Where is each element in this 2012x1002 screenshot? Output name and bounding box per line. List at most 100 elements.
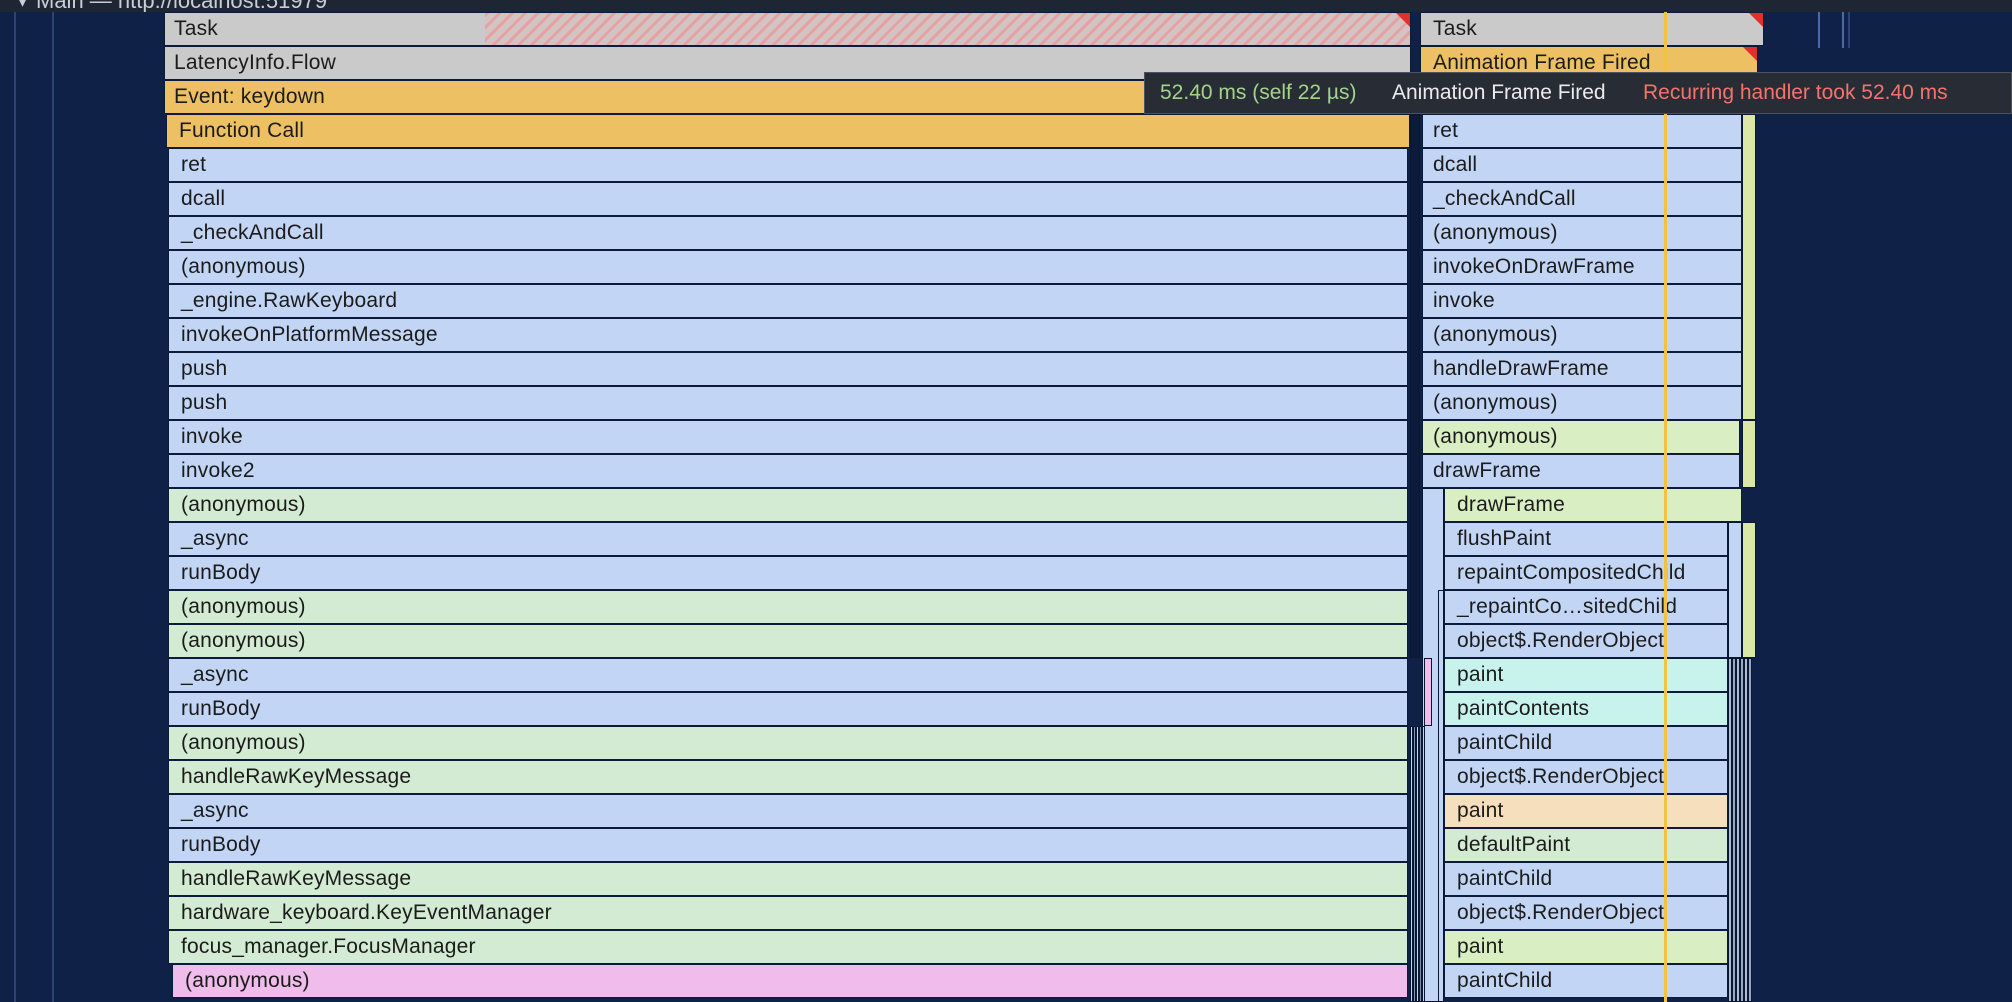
flame-chart[interactable]: ▾ Main — http://localhost:51979 Task Late… (0, 0, 2012, 1002)
frame-label: (anonymous) (1433, 425, 1558, 448)
left-stack-frame[interactable]: push (168, 386, 1408, 420)
right-stack-frame[interactable]: object$.RenderObject (1444, 624, 1728, 658)
left-stack-frame[interactable]: Task (164, 12, 1411, 46)
left-stack-frame[interactable]: (anonymous) (168, 488, 1408, 522)
left-stack-frame[interactable]: _checkAndCall (168, 216, 1408, 250)
right-stack-frame[interactable]: invokeOnDrawFrame (1422, 250, 1742, 284)
left-stack-frame[interactable]: runBody (168, 828, 1408, 862)
left-stack-frame[interactable]: dcall (168, 182, 1408, 216)
frame-label: paintContents (1457, 697, 1590, 720)
event-tooltip: 52.40 ms (self 22 µs) Animation Frame Fi… (1144, 72, 2012, 114)
right-stack-frame[interactable]: object$.RenderObject (1444, 760, 1728, 794)
frame-label: dcall (181, 187, 226, 210)
frame-label: push (181, 357, 228, 380)
right-stack-frame[interactable]: repaintCompositedChild (1444, 556, 1728, 590)
frame-label: invoke (181, 425, 243, 448)
left-stack-frame[interactable]: _engine.RawKeyboard (168, 284, 1408, 318)
right-stack-frame[interactable]: paintContents (1444, 692, 1728, 726)
long-task-marker-icon (1396, 13, 1410, 27)
right-stack-frame[interactable]: (anonymous) (1422, 216, 1742, 250)
frame-label: runBody (181, 697, 261, 720)
right-stack-frame[interactable]: (anonymous) (1422, 386, 1742, 420)
right-stack-frame[interactable]: paint (1444, 794, 1728, 828)
right-stack-frame[interactable]: dcall (1422, 148, 1742, 182)
right-stack-frame[interactable]: drawFrame (1444, 488, 1742, 522)
right-stack-frame[interactable]: paintChild (1444, 862, 1728, 896)
left-stack-frame[interactable]: Function Call (166, 114, 1410, 148)
frame-label: (anonymous) (181, 255, 306, 278)
tiny-frame[interactable] (1728, 522, 1742, 658)
frame-label: handleRawKeyMessage (181, 867, 412, 890)
left-stack-frame[interactable]: invoke2 (168, 454, 1408, 488)
frame-label: paintChild (1457, 731, 1553, 754)
gridline (1848, 12, 1850, 48)
left-stack-frame[interactable]: invoke (168, 420, 1408, 454)
frame-label: _checkAndCall (181, 221, 324, 244)
right-stack-frame[interactable]: paintChild (1444, 726, 1728, 760)
long-task-hatch (485, 13, 1410, 45)
right-stack-frame[interactable]: paintChild (1444, 964, 1728, 998)
right-stack-frame[interactable]: invoke (1422, 284, 1742, 318)
right-stack-frame[interactable]: _repaintCo…sitedChild (1444, 590, 1728, 624)
tiny-frame[interactable] (1410, 114, 1420, 658)
left-stack-frame[interactable]: _async (168, 522, 1408, 556)
left-stack-frame[interactable]: ret (168, 148, 1408, 182)
right-stack-frame[interactable]: flushPaint (1444, 522, 1728, 556)
right-stack-frame[interactable]: (anonymous) (1422, 420, 1740, 454)
main-track-header[interactable]: ▾ Main — http://localhost:51979 (0, 0, 2012, 12)
tooltip-event-name: Animation Frame Fired (1392, 81, 1606, 104)
left-stack-frame[interactable]: (anonymous) (168, 726, 1408, 760)
timeline-cursor[interactable] (1664, 0, 1667, 1002)
left-stack-frame[interactable]: push (168, 352, 1408, 386)
left-stack-frame[interactable]: hardware_keyboard.KeyEventManager (168, 896, 1408, 930)
left-stack-frame[interactable]: runBody (168, 692, 1408, 726)
left-stack-frame[interactable]: focus_manager.FocusManager (168, 930, 1408, 964)
frame-label: ret (1433, 119, 1459, 142)
right-stack-frame[interactable]: object$.RenderObject (1444, 896, 1728, 930)
frame-label: hardware_keyboard.KeyEventManager (181, 901, 552, 924)
tiny-frame[interactable] (1742, 522, 1756, 658)
frame-label: runBody (181, 833, 261, 856)
left-stack-frame[interactable]: runBody (168, 556, 1408, 590)
left-stack-frame[interactable]: invokeOnPlatformMessage (168, 318, 1408, 352)
frame-label: Task (174, 17, 218, 40)
gridline (14, 0, 16, 1002)
frame-label: (anonymous) (181, 595, 306, 618)
frame-label: Task (1433, 17, 1477, 40)
left-stack-frame[interactable]: _async (168, 794, 1408, 828)
frame-label: _engine.RawKeyboard (181, 289, 398, 312)
frame-label: Event: keydown (174, 85, 326, 108)
tiny-frame[interactable] (1742, 114, 1756, 420)
left-stack-frame[interactable]: (anonymous) (168, 590, 1408, 624)
frame-label: flushPaint (1457, 527, 1552, 550)
frame-label: drawFrame (1457, 493, 1565, 516)
right-stack-frame[interactable]: (anonymous) (1422, 318, 1742, 352)
right-stack-frame[interactable]: defaultPaint (1444, 828, 1728, 862)
frame-label: Function Call (179, 119, 305, 142)
frame-label: repaintCompositedChild (1457, 561, 1686, 584)
tiny-frame[interactable] (1422, 726, 1425, 1002)
right-stack-frame[interactable]: Task (1420, 12, 1764, 46)
right-stack-frame[interactable]: handleDrawFrame (1422, 352, 1742, 386)
right-stack-frame[interactable]: ret (1422, 114, 1742, 148)
left-stack-frame[interactable]: (anonymous) (168, 250, 1408, 284)
frame-label: (anonymous) (181, 731, 306, 754)
frame-label: (anonymous) (185, 969, 310, 992)
left-stack-frame[interactable]: handleRawKeyMessage (168, 760, 1408, 794)
tiny-frame[interactable] (1742, 420, 1756, 488)
tiny-frame[interactable] (1424, 658, 1432, 726)
frame-label: focus_manager.FocusManager (181, 935, 476, 958)
left-stack-frame[interactable]: _async (168, 658, 1408, 692)
collapse-arrow-icon[interactable]: ▾ (18, 0, 27, 12)
frame-label: _async (181, 663, 249, 686)
right-stack-frame[interactable]: _checkAndCall (1422, 182, 1742, 216)
right-stack-frame[interactable]: drawFrame (1422, 454, 1740, 488)
frame-label: paintChild (1457, 969, 1553, 992)
gridline (1842, 12, 1844, 48)
left-stack-frame[interactable]: (anonymous) (168, 624, 1408, 658)
left-stack-frame[interactable]: (anonymous) (172, 964, 1408, 998)
right-stack-frame[interactable]: paint (1444, 658, 1728, 692)
tiny-frame[interactable] (1748, 658, 1752, 1002)
left-stack-frame[interactable]: handleRawKeyMessage (168, 862, 1408, 896)
right-stack-frame[interactable]: paint (1444, 930, 1728, 964)
